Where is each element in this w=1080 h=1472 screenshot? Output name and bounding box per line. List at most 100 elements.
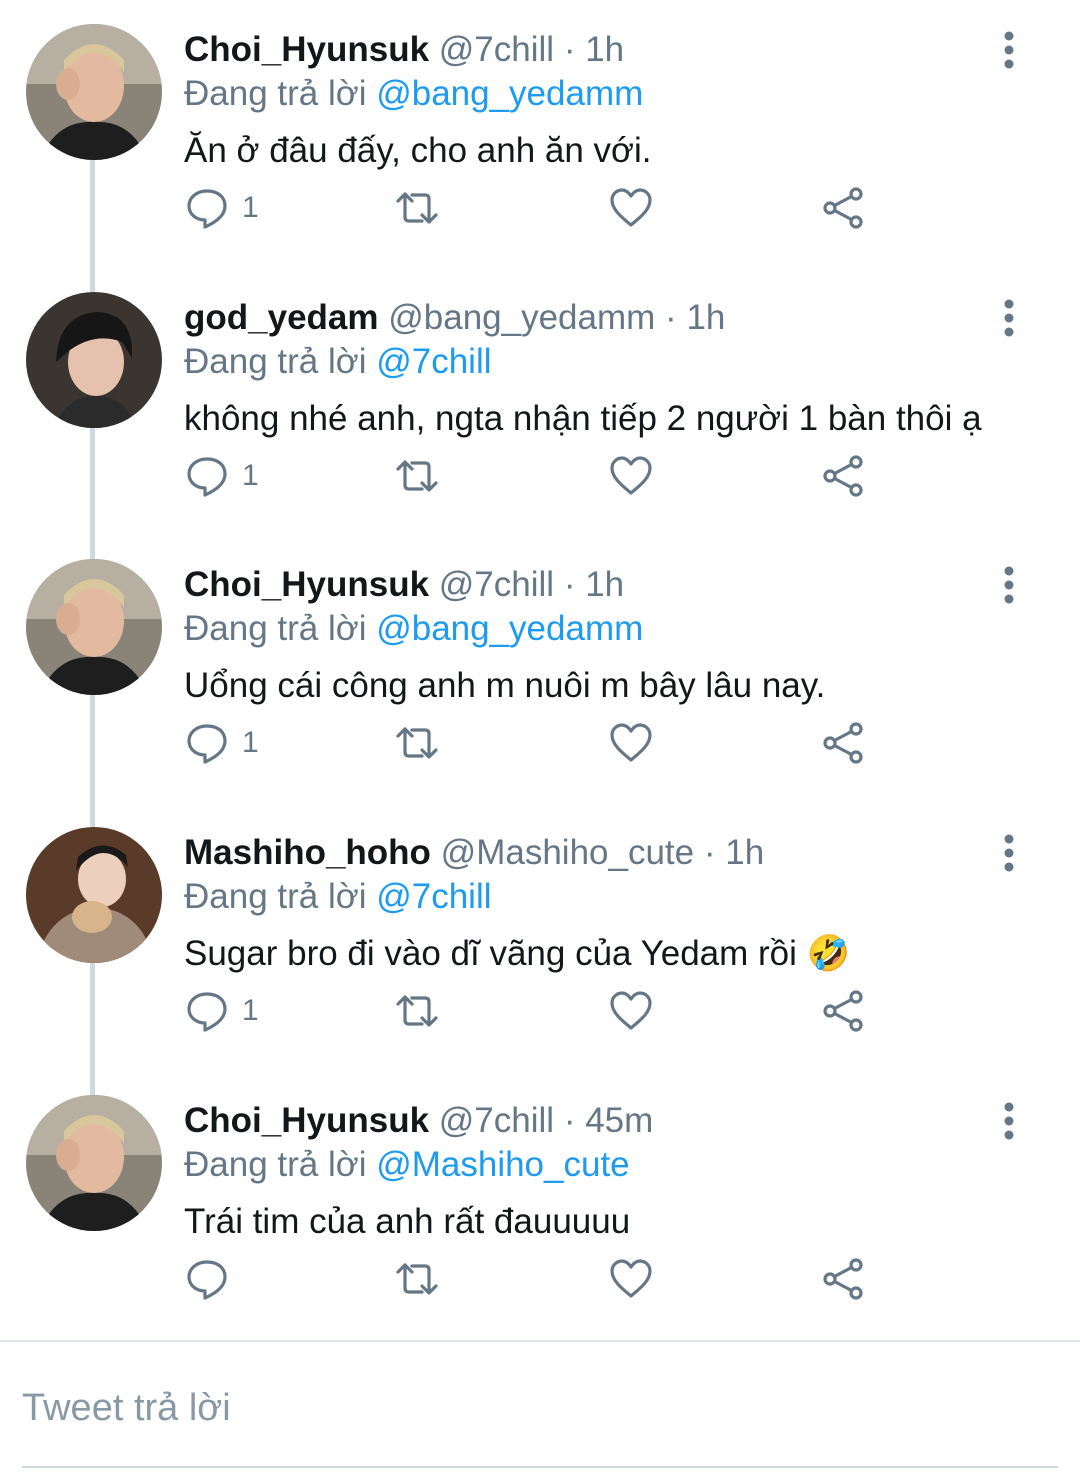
tweet-header: Choi_Hyunsuk @7chill · 45m [184,1099,1000,1143]
tweet-text: Sugar bro đi vào dĩ vãng của Yedam rồi 🤣 [184,934,851,973]
like-button[interactable] [608,1253,654,1305]
reply-icon [187,1260,227,1300]
user-handle: @bang_yedamm [388,298,656,337]
more-options-icon[interactable] [994,296,1024,340]
heart-icon [610,723,652,762]
mention-link[interactable]: @7chill [376,877,491,916]
replying-prefix: Đang trả lời [184,877,367,916]
timestamp[interactable]: 1h [725,833,764,872]
avatar[interactable] [26,292,162,428]
reply-button[interactable] [184,1253,242,1305]
reply-count: 1 [242,459,259,492]
share-button[interactable] [820,182,866,234]
user-handle: @Mashiho_cute [440,833,695,872]
retweet-button[interactable] [394,182,440,234]
avatar[interactable] [26,1095,162,1231]
reply-button[interactable]: 1 [184,985,259,1037]
like-button[interactable] [608,450,654,502]
mention-link[interactable]: @7chill [376,342,491,381]
display-name[interactable]: Choi_Hyunsuk [184,30,429,69]
share-button[interactable] [820,717,866,769]
tweet[interactable]: Mashiho_hoho @Mashiho_cute · 1h Đang trả… [0,803,1080,1071]
tweet[interactable]: Choi_Hyunsuk @7chill · 1h Đang trả lời @… [0,535,1080,803]
separator: · [563,565,576,604]
tweet[interactable]: Choi_Hyunsuk @7chill · 1h Đang trả lời @… [0,0,1080,268]
more-options-icon[interactable] [994,1099,1024,1143]
reply-count: 1 [242,994,259,1027]
tweet-actions: 1 [184,985,884,1037]
retweet-button[interactable] [394,985,440,1037]
tweet-header: god_yedam @bang_yedamm · 1h [184,296,1000,340]
mention-link[interactable]: @Mashiho_cute [376,1145,629,1184]
reply-button[interactable]: 1 [184,717,259,769]
retweet-icon [396,192,438,224]
avatar[interactable] [26,559,162,695]
timestamp[interactable]: 45m [585,1101,653,1140]
retweet-button[interactable] [394,450,440,502]
replying-to: Đang trả lời @bang_yedamm [184,72,643,116]
retweet-icon [396,460,438,492]
separator: · [563,1101,576,1140]
reply-icon [187,992,227,1032]
display-name[interactable]: Mashiho_hoho [184,833,431,872]
share-icon [823,1258,863,1300]
composer-divider [0,1340,1080,1342]
tweet-actions [184,1253,884,1305]
retweet-icon [396,727,438,759]
timestamp[interactable]: 1h [585,565,624,604]
reply-button[interactable]: 1 [184,182,259,234]
more-options-icon[interactable] [994,28,1024,72]
display-name[interactable]: god_yedam [184,298,379,337]
like-button[interactable] [608,985,654,1037]
heart-icon [610,456,652,495]
retweet-icon [396,995,438,1027]
heart-icon [610,1259,652,1298]
mention-link[interactable]: @bang_yedamm [376,609,643,648]
tweet[interactable]: Choi_Hyunsuk @7chill · 45m Đang trả lời … [0,1071,1080,1339]
timestamp[interactable]: 1h [686,298,725,337]
tweet-header: Choi_Hyunsuk @7chill · 1h [184,28,1000,72]
replying-prefix: Đang trả lời [184,74,367,113]
avatar-photo-icon [26,559,162,695]
reply-count: 1 [242,191,259,224]
display-name[interactable]: Choi_Hyunsuk [184,1101,429,1140]
retweet-button[interactable] [394,1253,440,1305]
tweet-header: Mashiho_hoho @Mashiho_cute · 1h [184,831,1000,875]
user-handle: @7chill [438,30,555,69]
share-button[interactable] [820,1253,866,1305]
share-button[interactable] [820,450,866,502]
tweet-text: không nhé anh, ngta nhận tiếp 2 người 1 … [184,399,982,438]
retweet-icon [396,1263,438,1295]
share-icon [823,722,863,764]
timestamp[interactable]: 1h [585,30,624,69]
retweet-button[interactable] [394,717,440,769]
reply-composer-input[interactable]: Tweet trả lời [22,1378,1058,1438]
share-icon [823,455,863,497]
replying-prefix: Đang trả lời [184,342,367,381]
tweet-actions: 1 [184,717,884,769]
replying-to: Đang trả lời @bang_yedamm [184,607,643,651]
heart-icon [610,188,652,227]
avatar-photo-icon [26,24,162,160]
more-options-icon[interactable] [994,831,1024,875]
display-name[interactable]: Choi_Hyunsuk [184,565,429,604]
share-icon [823,187,863,229]
avatar-photo-icon [26,1095,162,1231]
reply-icon [187,724,227,764]
share-icon [823,990,863,1032]
tweet-text: Trái tim của anh rất đauuuuu [184,1202,631,1241]
more-options-icon[interactable] [994,563,1024,607]
like-button[interactable] [608,717,654,769]
avatar[interactable] [26,827,162,963]
avatar[interactable] [26,24,162,160]
reply-button[interactable]: 1 [184,450,259,502]
reply-count: 1 [242,726,259,759]
user-handle: @7chill [438,1101,555,1140]
mention-link[interactable]: @bang_yedamm [376,74,643,113]
like-button[interactable] [608,182,654,234]
reply-icon [187,457,227,497]
tweet-text: Ăn ở đâu đấy, cho anh ăn với. [184,131,652,170]
tweet[interactable]: god_yedam @bang_yedamm · 1h Đang trả lời… [0,268,1080,536]
share-button[interactable] [820,985,866,1037]
separator: · [665,298,677,337]
